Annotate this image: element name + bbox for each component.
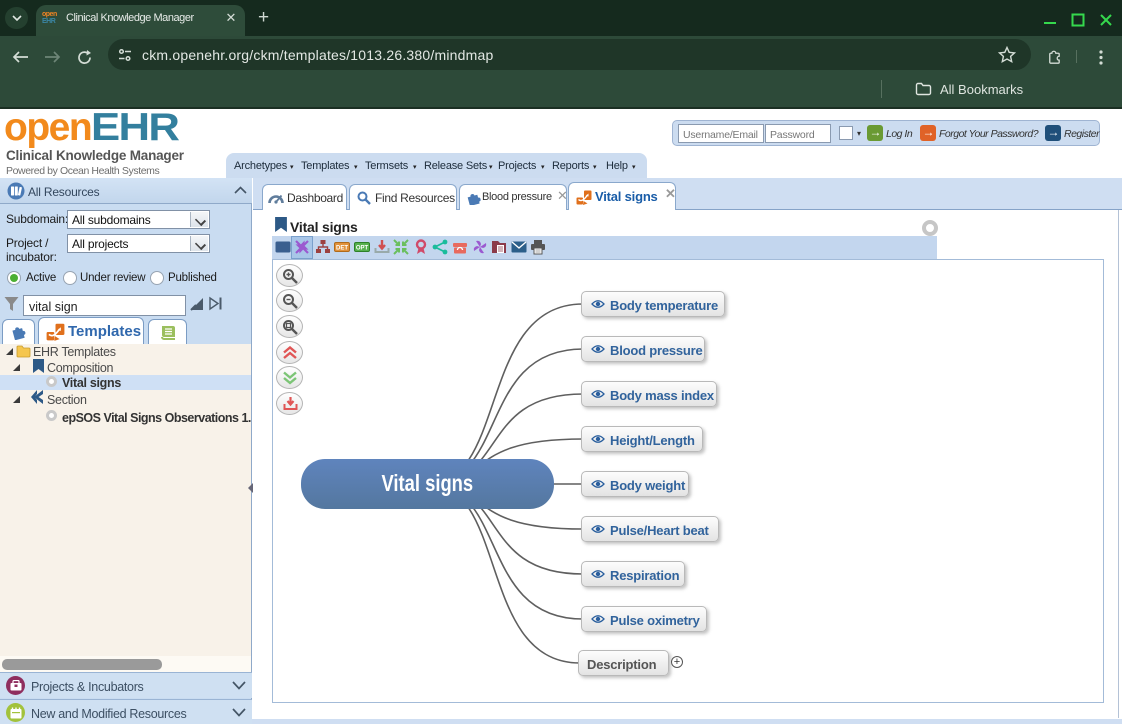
svg-text:OPT: OPT [356, 246, 369, 252]
svg-text:DET: DET [336, 246, 348, 252]
